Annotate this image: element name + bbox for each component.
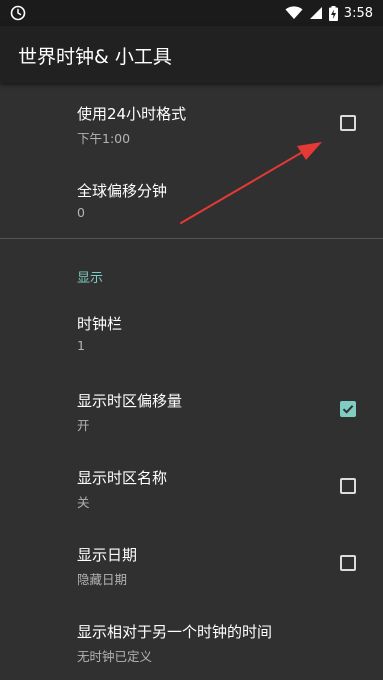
pref-summary: 1 [77,338,85,353]
status-time: 3:58 [343,5,373,21]
pref-global-offset-minutes[interactable]: 全球偏移分钟 0 [0,160,383,235]
pref-title: 显示时区偏移量 [77,392,183,410]
pref-24-hour-format[interactable]: 使用24小时格式 下午1:00 [0,83,383,158]
pref-summary: 下午1:00 [77,131,131,146]
pref-title: 全球偏移分钟 [77,182,168,200]
pref-title: 显示时区名称 [77,469,168,487]
signal-icon [309,7,322,19]
clock-icon [10,5,26,21]
pref-show-timezone-offset[interactable]: 显示时区偏移量 开 [0,370,383,445]
pref-show-date[interactable]: 显示日期 隐藏日期 [0,524,383,599]
pref-show-timezone-name[interactable]: 显示时区名称 关 [0,447,383,522]
settings-list: 使用24小时格式 下午1:00 全球偏移分钟 0 显示 时钟栏 1 显示时区偏移… [0,83,383,680]
pref-title: 时钟栏 [77,315,123,333]
pref-title: 使用24小时格式 [77,105,187,123]
pref-summary: 关 [77,495,90,510]
app-bar: 世界时钟& 小工具 [0,26,383,83]
category-display: 显示 [77,271,104,286]
pref-summary: 0 [77,205,85,220]
wifi-icon [285,6,303,19]
check-icon [342,405,354,414]
pref-clock-columns[interactable]: 时钟栏 1 [0,293,383,368]
pref-summary: 隐藏日期 [77,572,128,587]
checkbox-show-timezone-name[interactable] [340,478,356,494]
pref-title: 显示日期 [77,546,138,564]
checkbox-show-date[interactable] [340,555,356,571]
checkbox-show-timezone-offset[interactable] [340,401,356,417]
pref-relative-time[interactable]: 显示相对于另一个时钟的时间 无时钟已定义 [0,601,383,680]
battery-charging-icon [328,5,338,21]
pref-summary: 开 [77,418,90,433]
status-bar: 3:58 [0,0,383,26]
pref-title: 显示相对于另一个时钟的时间 [77,623,273,641]
pref-summary: 无时钟已定义 [77,649,153,664]
app-title: 世界时钟& 小工具 [18,46,172,68]
divider [0,238,383,239]
checkbox-24-hour-format[interactable] [340,115,356,131]
